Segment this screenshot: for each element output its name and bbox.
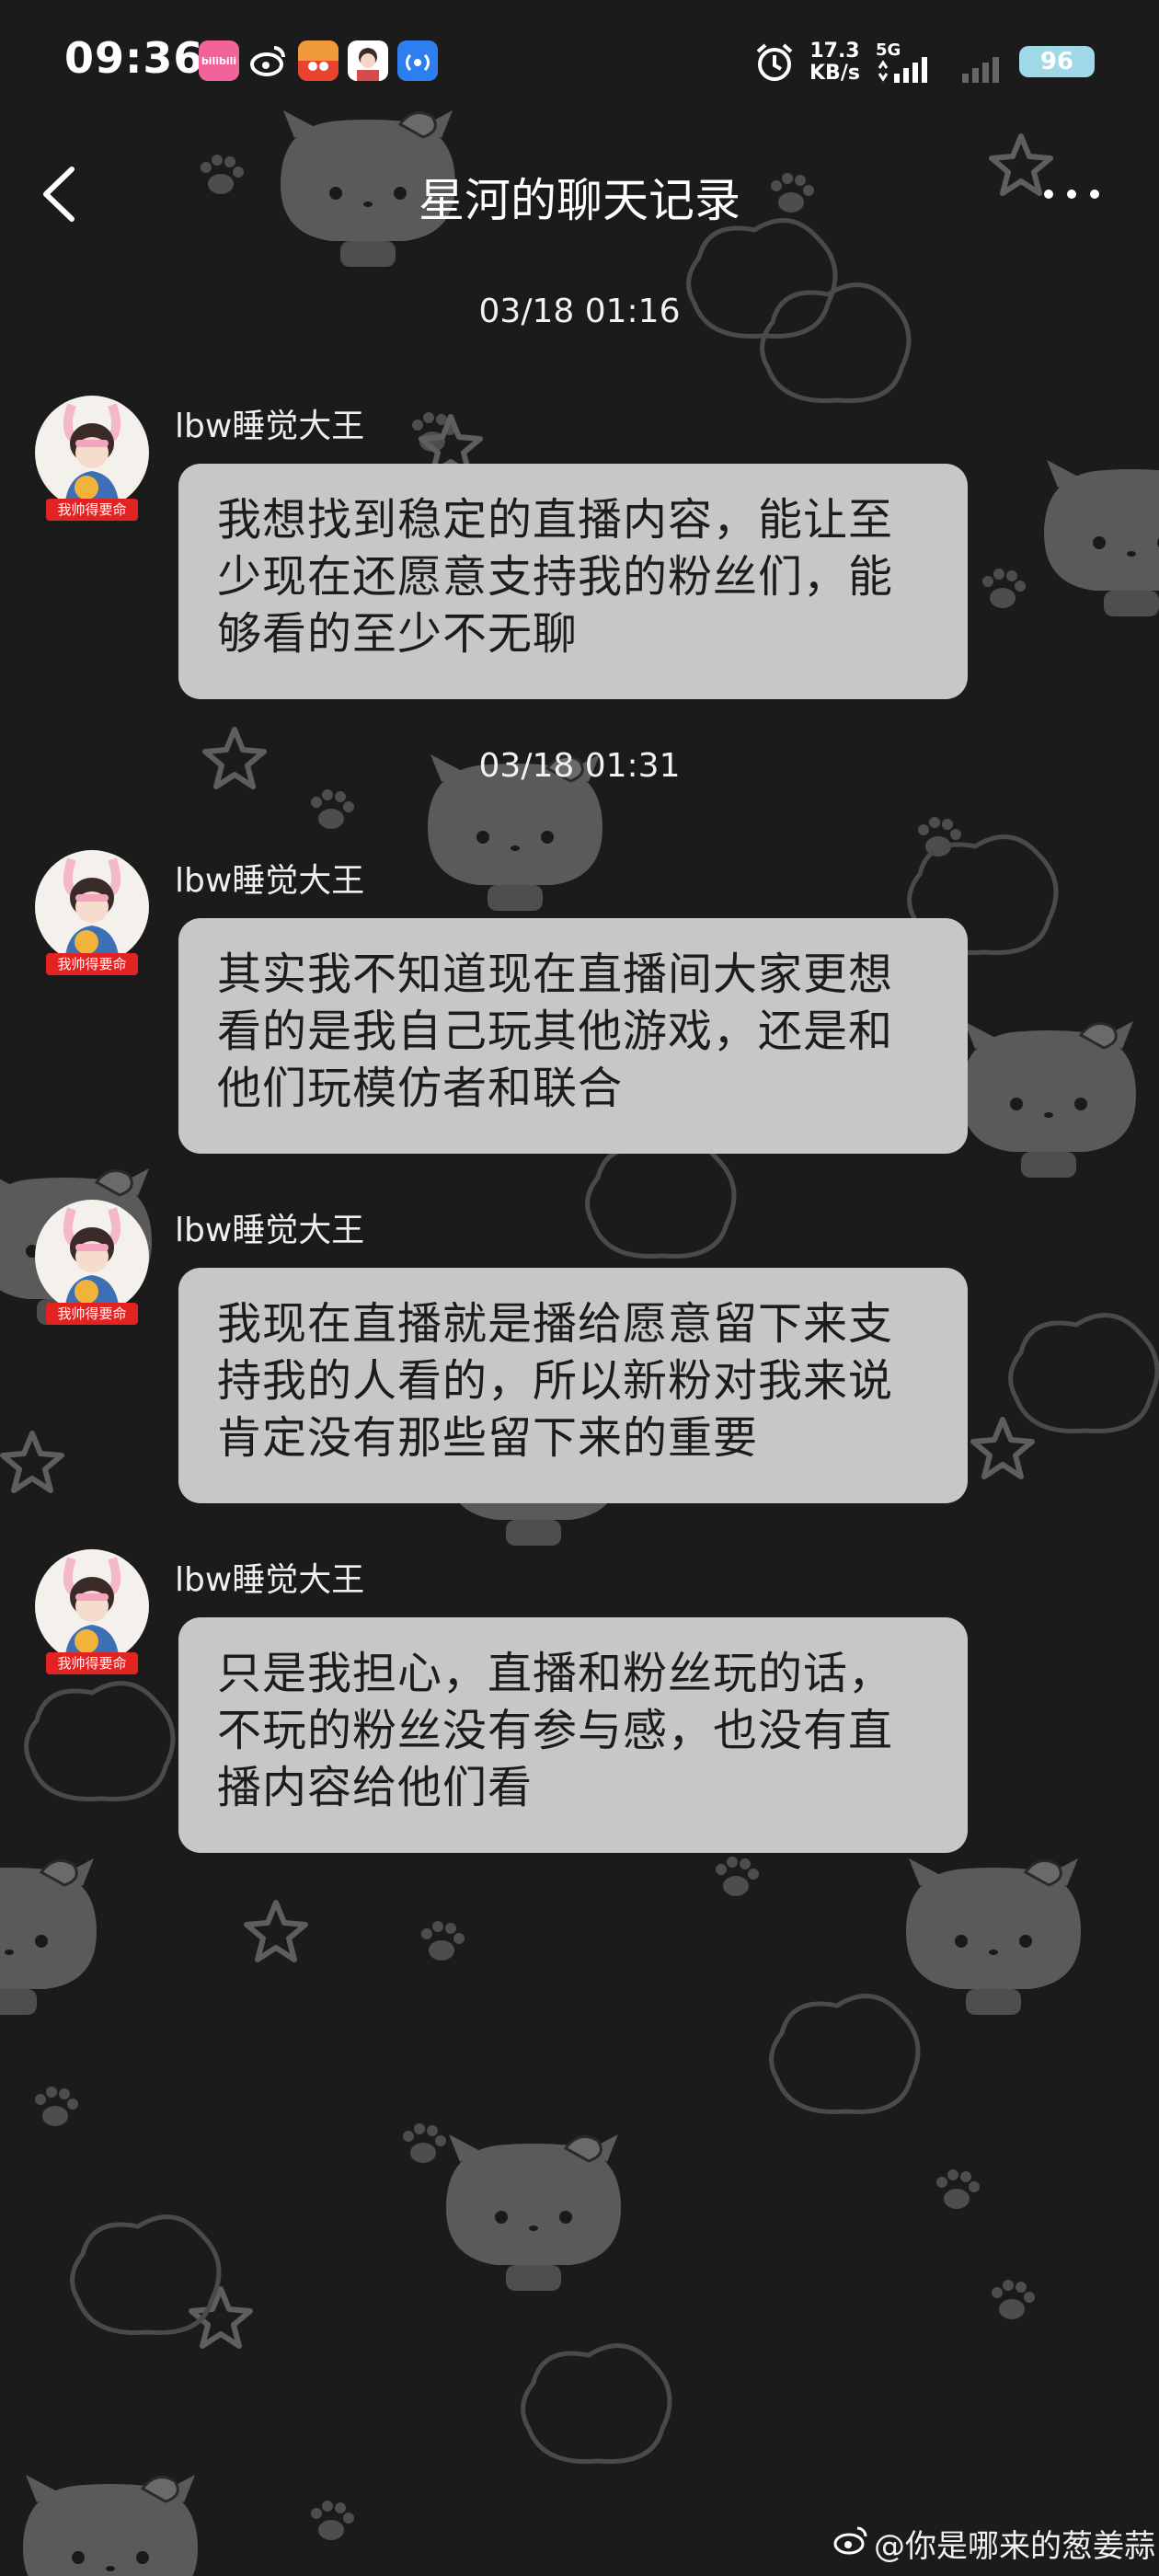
avatar-badge: 我帅得要命 [46,953,138,975]
sender-name: lbw睡觉大王 [175,408,365,445]
more-icon [1044,190,1099,199]
shopping-app-icon [298,40,339,81]
broadcast-icon [397,40,438,81]
page-title: 星河的聊天记录 [419,174,740,227]
timestamp: 03/18 01:31 [478,747,681,785]
net-speed: 17.3 KB/s [809,40,860,85]
message-bubble[interactable]: 我现在直播就是播给愿意留下来支持我的人看的，所以新粉对我来说肯定没有那些留下来的… [178,1268,968,1503]
avatar-badge: 我帅得要命 [46,499,138,521]
signal-secondary-icon [962,57,999,83]
status-bar: 09:36 bilibili 17.3 KB/s 5G 96 [0,0,1159,129]
message-bubble[interactable]: 只是我担心，直播和粉丝玩的话，不玩的粉丝没有参与感，也没有直播内容给他们看 [178,1617,968,1853]
avatar-badge: 我帅得要命 [46,1652,138,1674]
net-speed-value: 17.3 [809,40,860,63]
avatar-badge: 我帅得要命 [46,1303,138,1325]
sender-name: lbw睡觉大王 [175,862,365,900]
more-options-button[interactable] [1039,180,1104,208]
avatar[interactable] [35,850,149,964]
battery-indicator: 96 [1019,46,1095,77]
watermark: @你是哪来的葱姜蒜 [874,2528,1155,2565]
avatar-app-icon [348,40,388,81]
avatar[interactable] [35,396,149,510]
alarm-icon [756,43,793,81]
status-time: 09:36 [64,33,204,83]
sender-name: lbw睡觉大王 [175,1561,365,1599]
message-bubble[interactable]: 我想找到稳定的直播内容，能让至少现在还愿意支持我的粉丝们，能够看的至少不无聊 [178,464,968,699]
weibo-icon [248,40,289,81]
signal-icon [878,57,927,83]
net-speed-unit: KB/s [809,62,860,85]
weibo-watermark-icon [833,2526,867,2555]
timestamp: 03/18 01:16 [478,293,681,330]
bilibili-icon: bilibili [199,40,239,81]
sender-name: lbw睡觉大王 [175,1212,365,1249]
avatar[interactable] [35,1200,149,1314]
message-bubble[interactable]: 其实我不知道现在直播间大家更想看的是我自己玩其他游戏，还是和他们玩模仿者和联合 [178,918,968,1154]
avatar[interactable] [35,1549,149,1663]
